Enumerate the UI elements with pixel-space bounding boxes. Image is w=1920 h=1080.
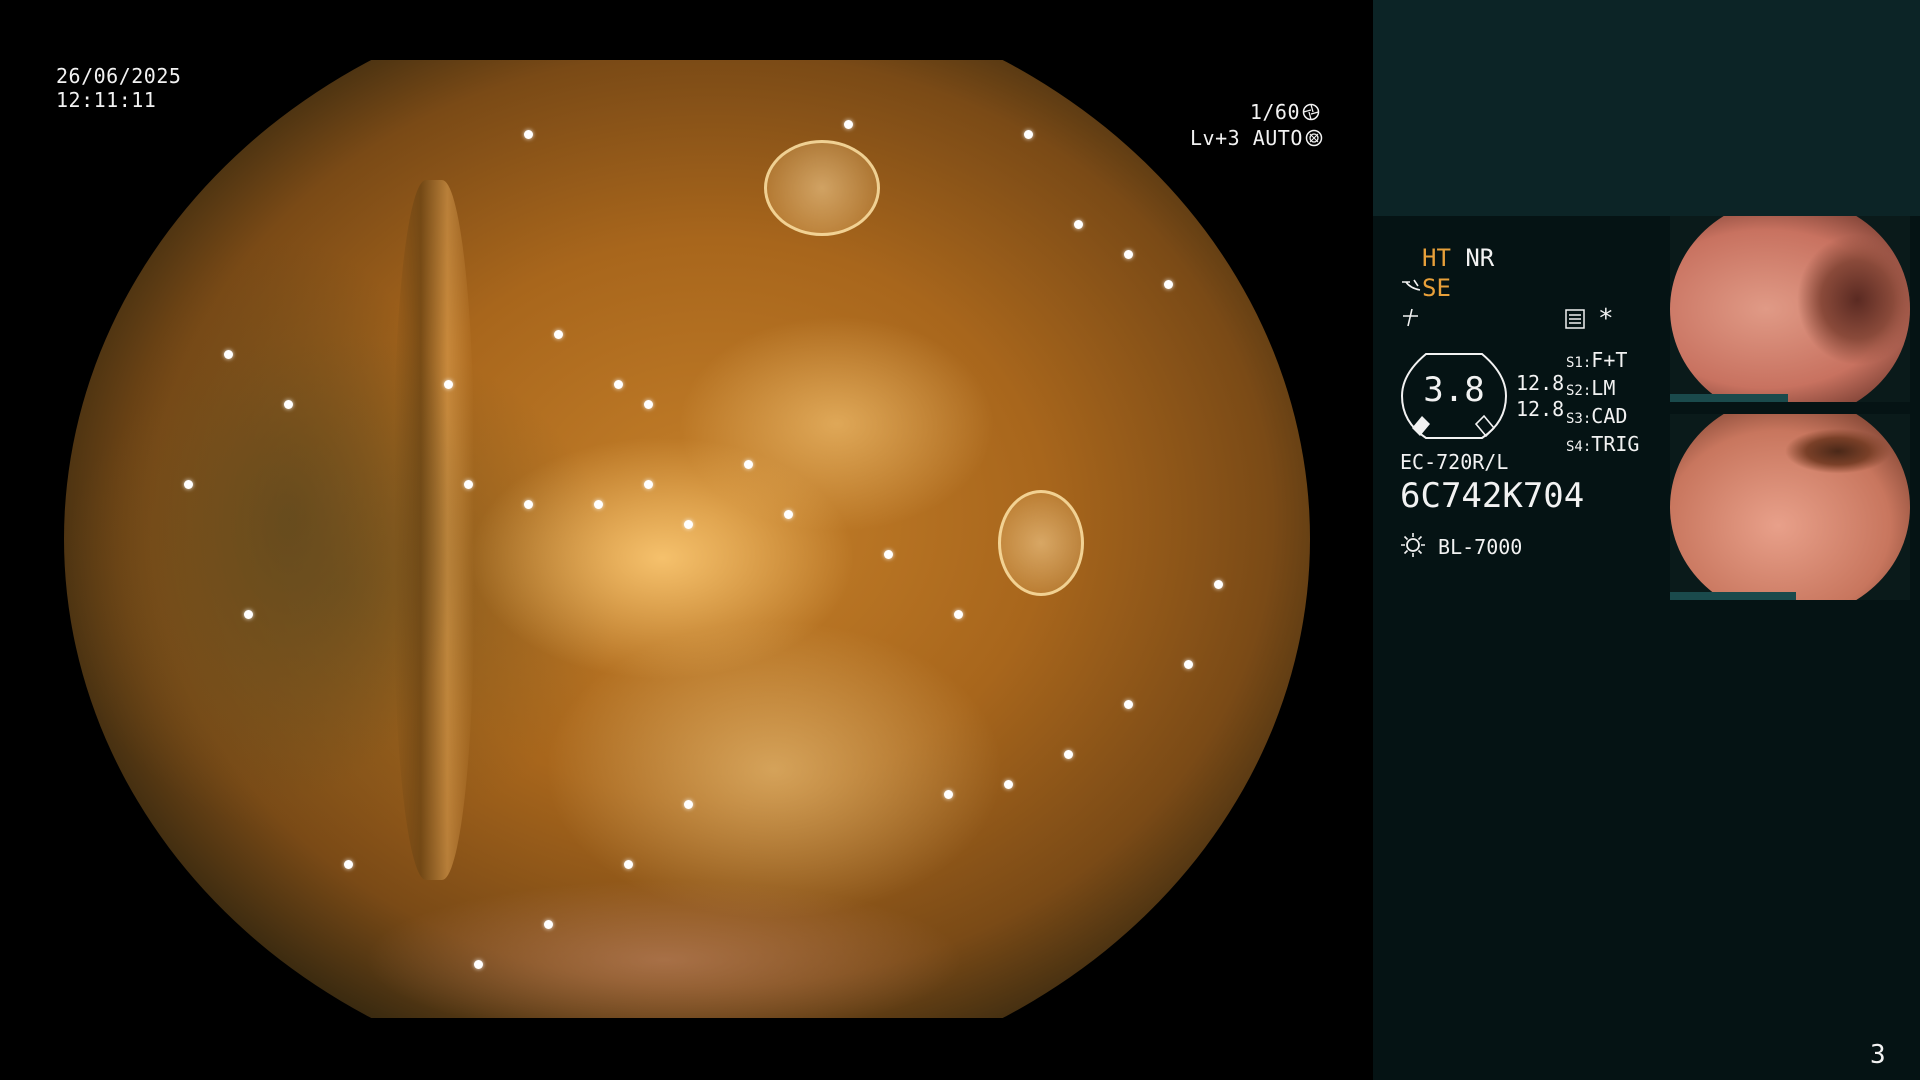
switch-row: S3:CAD xyxy=(1566,404,1628,428)
date-time-display: 26/06/2025 12:11:11 xyxy=(56,64,181,112)
light-reflection xyxy=(284,400,293,409)
light-reflection xyxy=(474,960,483,969)
scope-serial-label: 6C742K704 xyxy=(1400,476,1585,516)
iris-icon xyxy=(1305,128,1323,152)
mode-indicators: HT NR xyxy=(1422,244,1494,272)
light-reflection xyxy=(954,610,963,619)
light-reflection xyxy=(1184,660,1193,669)
bright-mucosa xyxy=(544,620,1004,920)
light-reflection xyxy=(684,800,693,809)
aperture-icon xyxy=(1302,102,1320,126)
large-bubble xyxy=(764,140,880,236)
gauge-value-top: 12.8 xyxy=(1516,371,1565,395)
light-reflection xyxy=(1024,130,1033,139)
scope-model-label: EC-720R/L xyxy=(1400,450,1509,474)
iris-mode-label: AUTO xyxy=(1252,126,1303,150)
switch-row: S4:TRIG xyxy=(1566,432,1640,456)
thumbnail-progress-bar xyxy=(1670,592,1796,600)
light-reflection xyxy=(614,380,623,389)
light-reflection xyxy=(524,130,533,139)
gauge-values: 12.8 12.8 xyxy=(1516,370,1564,422)
zoom-value-label: 3.8 xyxy=(1423,370,1485,410)
time-label: 12:11:11 xyxy=(56,88,157,112)
light-reflection xyxy=(444,380,453,389)
bubble-cluster xyxy=(114,240,464,800)
light-source-row: BL-7000 xyxy=(1400,532,1522,563)
asterisk-indicator: * xyxy=(1598,304,1614,334)
light-reflection xyxy=(554,330,563,339)
light-reflection xyxy=(684,520,693,529)
switch-assignments: S1:F+T S2:LM S3:CAD S4:TRIG xyxy=(1566,348,1639,460)
se-mode-label: SE xyxy=(1422,274,1451,302)
date-label: 26/06/2025 xyxy=(56,64,182,88)
light-reflection xyxy=(624,860,633,869)
light-reflection xyxy=(784,510,793,519)
light-reflection xyxy=(244,610,253,619)
light-reflection xyxy=(1074,220,1083,229)
menu-list-icon xyxy=(1564,308,1586,334)
light-reflection xyxy=(1124,700,1133,709)
ht-mode-label: HT xyxy=(1422,244,1451,272)
light-reflection xyxy=(464,480,473,489)
switch-row: S1:F+T xyxy=(1566,348,1628,372)
light-reflection xyxy=(544,920,553,929)
side-panel-header xyxy=(1373,0,1920,216)
light-reflection xyxy=(1004,780,1013,789)
light-reflection xyxy=(644,480,653,489)
gauge-value-bottom: 12.8 xyxy=(1516,397,1565,421)
structure-enhance-row: SE xyxy=(1400,274,1451,304)
light-reflection xyxy=(344,860,353,869)
light-reflection xyxy=(744,460,753,469)
light-reflection xyxy=(944,790,953,799)
shutter-speed-label: 1/60 xyxy=(1249,100,1300,124)
light-reflection xyxy=(594,500,603,509)
light-reflection xyxy=(1164,280,1173,289)
zoom-gauge: 3.8 xyxy=(1400,352,1508,440)
captured-thumbnail[interactable] xyxy=(1670,216,1910,402)
light-source-label: BL-7000 xyxy=(1438,535,1523,559)
page-number: 3 xyxy=(1870,1040,1886,1070)
light-reflection xyxy=(844,120,853,129)
switch-row: S2:LM xyxy=(1566,376,1616,400)
endoscope-live-view xyxy=(64,60,1310,1018)
thumbnail-progress-bar xyxy=(1670,394,1788,402)
enhance-icon xyxy=(1400,276,1422,304)
nr-mode-label: NR xyxy=(1465,244,1495,272)
light-reflection xyxy=(644,400,653,409)
brightness-level-label: Lv+3 xyxy=(1190,126,1241,150)
light-reflection xyxy=(884,550,893,559)
light-reflection xyxy=(1214,580,1223,589)
light-reflection xyxy=(1064,750,1073,759)
light-reflection xyxy=(184,480,193,489)
freeze-icon xyxy=(1400,306,1422,332)
light-reflection xyxy=(224,350,233,359)
exposure-readout: 1/60 Lv+3 AUTO xyxy=(1190,100,1323,152)
large-bubble xyxy=(998,490,1084,596)
captured-thumbnail[interactable] xyxy=(1670,414,1910,600)
light-reflection xyxy=(524,500,533,509)
lamp-icon xyxy=(1400,532,1426,563)
light-reflection xyxy=(1124,250,1133,259)
